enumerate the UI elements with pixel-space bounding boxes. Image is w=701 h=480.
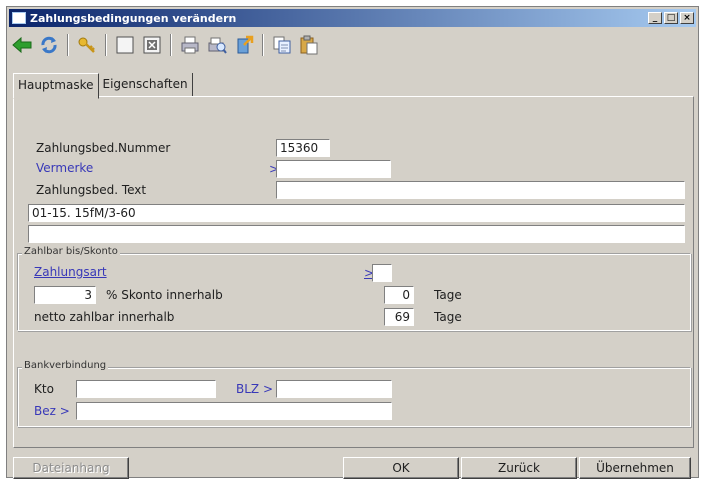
toolbar bbox=[11, 31, 694, 59]
text-label: Zahlungsbed. Text bbox=[36, 183, 147, 197]
bez-field[interactable] bbox=[76, 402, 392, 420]
bank-group-title: Bankverbindung bbox=[22, 360, 109, 371]
zahlungsart-link[interactable]: Zahlungsart bbox=[34, 265, 107, 279]
netto-label: netto zahlbar innerhalb bbox=[34, 310, 175, 324]
toolbar-separator bbox=[105, 34, 107, 56]
uebernehmen-button[interactable]: Übernehmen bbox=[579, 457, 691, 479]
tab-hauptmaske[interactable]: Hauptmaske bbox=[13, 73, 99, 99]
ok-button[interactable]: OK bbox=[343, 457, 459, 479]
delete-icon[interactable] bbox=[141, 34, 163, 56]
nummer-field[interactable]: 15360 bbox=[276, 139, 330, 157]
back-arrow-icon[interactable] bbox=[11, 34, 33, 56]
toolbar-separator bbox=[67, 34, 69, 56]
export-icon[interactable] bbox=[233, 34, 255, 56]
minimize-button[interactable]: _ bbox=[648, 12, 662, 24]
text-field[interactable] bbox=[276, 181, 685, 199]
zahlbar-group-title: Zahlbar bis/Skonto bbox=[22, 246, 120, 257]
print-preview-icon[interactable] bbox=[206, 34, 228, 56]
print-icon[interactable] bbox=[179, 34, 201, 56]
blz-link[interactable]: BLZ > bbox=[236, 382, 273, 396]
window-icon bbox=[12, 12, 26, 24]
maximize-button[interactable]: □ bbox=[664, 12, 678, 24]
title-bar: Zahlungsbedingungen verändern _ □ × bbox=[9, 9, 696, 27]
kto-label: Kto bbox=[34, 382, 54, 396]
close-button[interactable]: × bbox=[680, 12, 694, 24]
copy-icon[interactable] bbox=[271, 34, 293, 56]
bez-link[interactable]: Bez > bbox=[34, 404, 70, 418]
dateianhang-button[interactable]: Dateianhang bbox=[13, 457, 129, 479]
skonto-unit: Tage bbox=[434, 288, 462, 302]
tab-panel-hauptmaske: Zahlungsbed.Nummer 15360 Vermerke > Zahl… bbox=[13, 96, 694, 448]
key-icon[interactable] bbox=[76, 34, 98, 56]
skonto-days-field[interactable]: 0 bbox=[384, 286, 414, 304]
vermerke-field[interactable] bbox=[276, 160, 391, 178]
netto-unit: Tage bbox=[434, 310, 462, 324]
blank-page-icon[interactable] bbox=[114, 34, 136, 56]
toolbar-separator bbox=[262, 34, 264, 56]
skonto-label: % Skonto innerhalb bbox=[106, 288, 223, 302]
window-title: Zahlungsbedingungen verändern bbox=[30, 11, 237, 25]
blz-field[interactable] bbox=[276, 380, 392, 398]
nummer-label: Zahlungsbed.Nummer bbox=[36, 141, 171, 155]
paste-icon[interactable] bbox=[298, 34, 320, 56]
vermerke-link[interactable]: Vermerke bbox=[36, 161, 93, 175]
kto-field[interactable] bbox=[76, 380, 216, 398]
zurueck-button[interactable]: Zurück bbox=[461, 457, 577, 479]
text-line-1-field[interactable]: 01-15. 15fM/3-60 bbox=[28, 204, 685, 222]
bank-group: Bankverbindung Kto BLZ > Bez > bbox=[17, 360, 691, 427]
zahlungsart-field[interactable] bbox=[372, 264, 392, 282]
refresh-icon[interactable] bbox=[38, 34, 60, 56]
tab-strip: Hauptmaske Eigenschaften bbox=[13, 73, 193, 99]
zahlbar-group: Zahlbar bis/Skonto Zahlungsart > 3 % Sko… bbox=[17, 246, 691, 331]
skonto-percent-field[interactable]: 3 bbox=[34, 286, 96, 304]
toolbar-separator bbox=[170, 34, 172, 56]
text-line-2-field[interactable] bbox=[28, 225, 685, 243]
tab-eigenschaften[interactable]: Eigenschaften bbox=[99, 73, 193, 97]
dialog-window: Zahlungsbedingungen verändern _ □ × Haup… bbox=[6, 6, 699, 479]
netto-days-field[interactable]: 69 bbox=[384, 308, 414, 326]
